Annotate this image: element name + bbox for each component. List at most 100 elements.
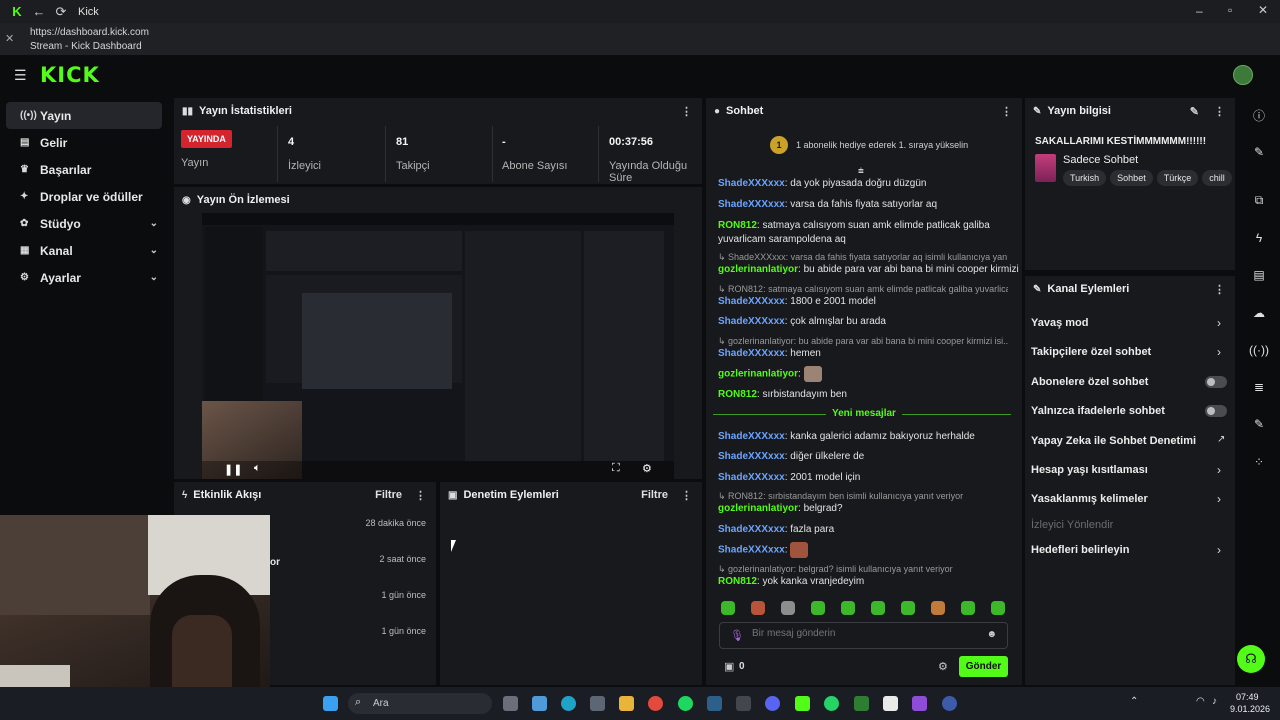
more-icon[interactable]: ⋮	[1001, 105, 1012, 118]
discord-icon[interactable]	[765, 696, 780, 711]
category-name[interactable]: Sadece Sohbet	[1063, 154, 1138, 166]
more-icon[interactable]: ⋮	[1214, 105, 1225, 118]
subscribers-only-toggle[interactable]	[1205, 376, 1227, 388]
wifi-icon[interactable]: ◠	[1196, 696, 1205, 707]
chat-username[interactable]: RON812	[718, 576, 757, 587]
document-icon[interactable]: ▤	[1245, 263, 1273, 287]
app-icon[interactable]	[736, 696, 751, 711]
window-close-icon[interactable]: ✕	[1258, 3, 1268, 17]
task-view-icon[interactable]	[503, 696, 518, 711]
clock-time[interactable]: 07:49	[1236, 692, 1259, 702]
emote-icon[interactable]	[751, 601, 765, 615]
avatar[interactable]	[1233, 65, 1253, 85]
channel-action-slow-mode[interactable]: Yavaş mod	[1031, 317, 1088, 329]
emote-icon[interactable]	[961, 601, 975, 615]
microphone-icon[interactable]: 🎙︎	[730, 629, 744, 642]
channel-action-emotes-only[interactable]: Yalnızca ifadelerle sohbet	[1031, 405, 1165, 417]
chat-settings-icon[interactable]: ⚙	[938, 660, 948, 673]
channel-action-banned-words[interactable]: Yasaklanmış kelimeler	[1031, 493, 1148, 505]
windows-start-icon[interactable]	[323, 696, 338, 711]
sidebar-item-yayin[interactable]: ((•)) Yayın	[6, 102, 162, 129]
chat-username[interactable]: ShadeXXXxxx	[718, 472, 785, 483]
channel-action-account-age[interactable]: Hesap yaşı kısıtlaması	[1031, 464, 1148, 476]
sidebar-item-ayarlar[interactable]: ⚙ Ayarlar ⌄	[6, 264, 162, 291]
chat-username[interactable]: gozlerinanlatiyor	[718, 503, 798, 514]
tag[interactable]: Turkish	[1063, 170, 1107, 186]
chat-username[interactable]: ShadeXXXxxx	[718, 178, 785, 189]
emotes-only-toggle[interactable]	[1205, 405, 1227, 417]
layers-icon[interactable]: ≣	[1245, 375, 1273, 399]
emote-icon[interactable]	[811, 601, 825, 615]
emoji-icon[interactable]: ☻	[986, 629, 997, 640]
filter-button[interactable]: Filtre	[375, 489, 402, 501]
apps-icon[interactable]: ⁘	[1245, 450, 1273, 474]
window-minimize-icon[interactable]: –	[1196, 4, 1203, 18]
broadcast-icon[interactable]: ((·))	[1245, 338, 1273, 362]
chat-username[interactable]: ShadeXXXxxx	[718, 199, 785, 210]
g-app-icon[interactable]	[883, 696, 898, 711]
chat-username[interactable]: ShadeXXXxxx	[718, 431, 785, 442]
channel-action-ai-moderation[interactable]: Yapay Zeka ile Sohbet Denetimi	[1031, 435, 1196, 447]
emote-icon[interactable]	[901, 601, 915, 615]
chat-username[interactable]: ShadeXXXxxx	[718, 451, 785, 462]
info-icon[interactable]: ⓘ	[1245, 103, 1273, 127]
chat-input[interactable]	[752, 628, 972, 639]
emote-icon[interactable]	[841, 601, 855, 615]
lightning-icon[interactable]: ϟ	[1245, 226, 1273, 250]
chevron-right-icon[interactable]: ›	[1217, 543, 1221, 557]
send-button[interactable]: Gönder	[959, 656, 1008, 677]
chat-username[interactable]: ShadeXXXxxx	[718, 524, 785, 535]
stream-preview-video[interactable]: ❚❚ 🔈︎ ⛶ ⚙	[202, 213, 674, 479]
external-link-icon[interactable]: ↗	[1217, 434, 1225, 445]
chevron-right-icon[interactable]: ›	[1217, 463, 1221, 477]
channel-action-set-goals[interactable]: Hedefleri belirleyin	[1031, 544, 1129, 556]
chevron-right-icon[interactable]: ›	[1217, 345, 1221, 359]
edge-icon[interactable]	[561, 696, 576, 711]
url-text[interactable]: https://dashboard.kick.com	[30, 27, 149, 38]
chat-bubble-icon[interactable]: ☁	[1245, 301, 1273, 325]
tag[interactable]: Sohbet	[1110, 170, 1153, 186]
chat-username[interactable]: ShadeXXXxxx	[718, 545, 785, 556]
obs-icon[interactable]	[942, 696, 957, 711]
tag[interactable]: Türkçe	[1156, 170, 1199, 186]
more-icon[interactable]: ⋮	[681, 489, 692, 502]
kick-logo[interactable]: KICK	[40, 63, 100, 87]
tray-chevron-icon[interactable]: ⌃	[1130, 696, 1138, 707]
crop-icon[interactable]: ⧉	[1245, 188, 1273, 212]
more-icon[interactable]: ⋮	[415, 489, 426, 502]
spotify-icon[interactable]	[678, 696, 693, 711]
channel-action-subscribers-only[interactable]: Abonelere özel sohbet	[1031, 376, 1148, 388]
chat-username[interactable]: ShadeXXXxxx	[718, 296, 785, 307]
chat-username[interactable]: RON812	[718, 389, 757, 400]
more-icon[interactable]: ⋮	[681, 105, 692, 118]
fullscreen-icon[interactable]: ⛶	[612, 462, 620, 475]
store-icon[interactable]	[590, 696, 605, 711]
pause-icon[interactable]: ❚❚	[224, 463, 242, 476]
points-icon[interactable]: ▣	[724, 660, 734, 673]
pencil-icon[interactable]: ✎	[1245, 140, 1273, 164]
sidebar-item-gelir[interactable]: ▤ Gelir	[6, 129, 162, 156]
chat-input-box[interactable]: 🎙︎ ☻	[719, 622, 1008, 649]
chevron-right-icon[interactable]: ›	[1217, 492, 1221, 506]
filter-button[interactable]: Filtre	[641, 489, 668, 501]
emote-icon[interactable]	[781, 601, 795, 615]
back-icon[interactable]: ←	[28, 4, 50, 19]
channel-action-followers-only[interactable]: Takipçilere özel sohbet	[1031, 346, 1151, 358]
explorer-icon[interactable]	[619, 696, 634, 711]
gift-leaderboard-banner[interactable]: 1 1 abonelik hediye ederek 1. sıraya yük…	[770, 136, 1000, 154]
chat-username[interactable]: RON812	[718, 220, 757, 231]
pin-icon[interactable]: ⩧	[858, 166, 864, 177]
whatsapp-icon[interactable]	[824, 696, 839, 711]
visual-studio-icon[interactable]	[912, 696, 927, 711]
widgets-icon[interactable]	[532, 696, 547, 711]
wrench-icon[interactable]: ✎	[1245, 412, 1273, 436]
volume-tray-icon[interactable]: ♪	[1212, 696, 1217, 707]
emote-icon[interactable]	[991, 601, 1005, 615]
tag[interactable]: chill	[1202, 170, 1232, 186]
chevron-right-icon[interactable]: ›	[1217, 316, 1221, 330]
chrome-icon[interactable]	[648, 696, 663, 711]
taskbar-search[interactable]: ⌕ Ara	[348, 693, 492, 714]
more-icon[interactable]: ⋮	[1214, 283, 1225, 296]
emote-icon[interactable]	[871, 601, 885, 615]
sidebar-item-kanal[interactable]: ▦ Kanal ⌄	[6, 237, 162, 264]
